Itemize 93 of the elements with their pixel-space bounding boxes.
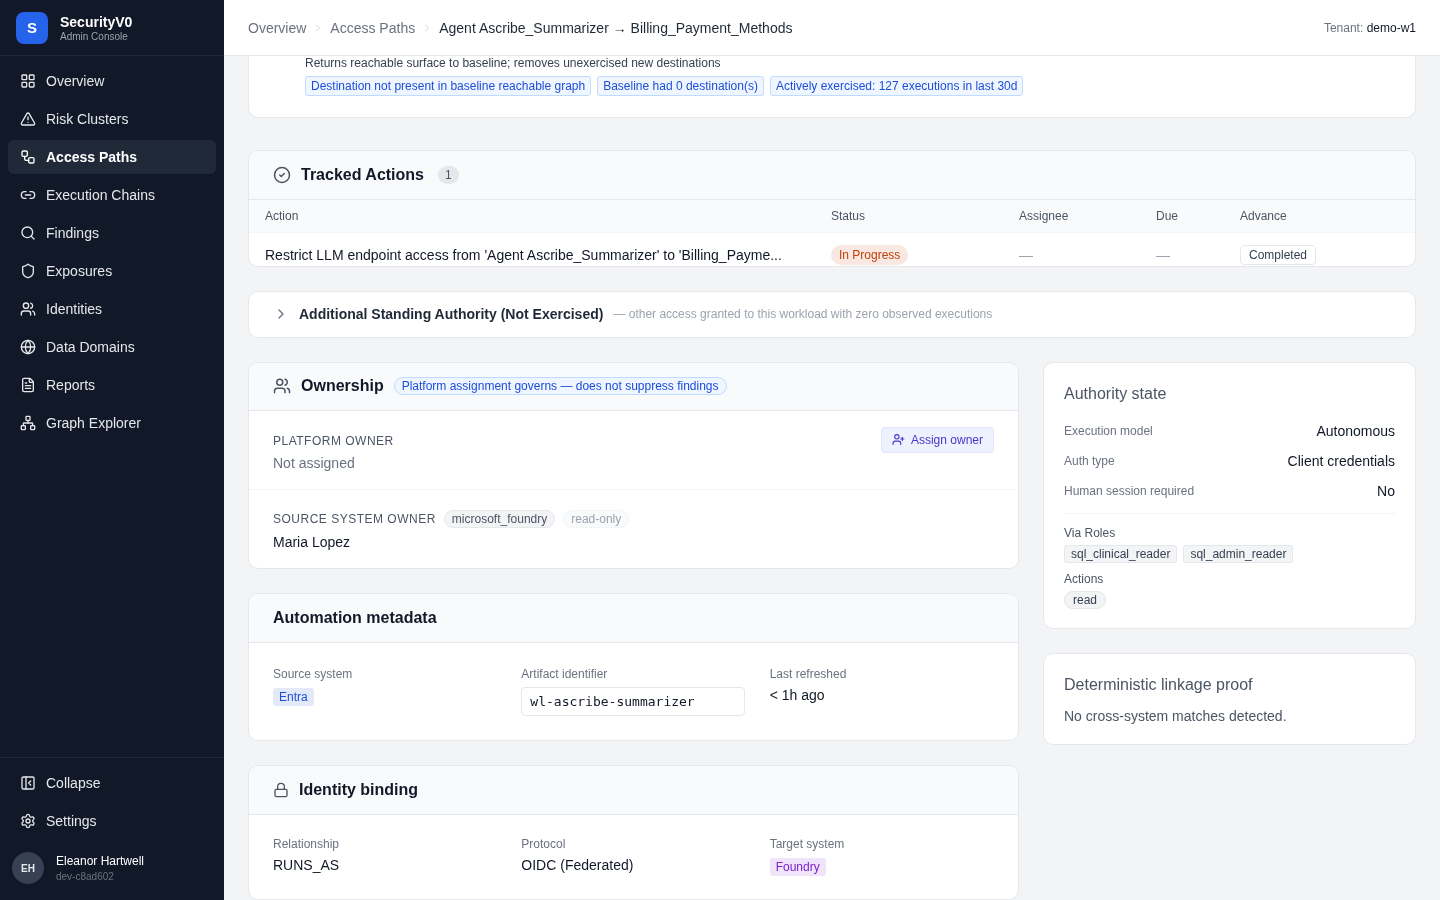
field-value: Client credentials [1287, 453, 1395, 469]
field-label: Protocol [521, 837, 567, 851]
app-logo: S [16, 11, 48, 44]
card-title: Ownership [301, 377, 384, 396]
field-value: RUNS_AS [273, 857, 341, 873]
system-badge: Foundry [769, 858, 826, 876]
role-tag: sql_admin_reader [1183, 545, 1294, 563]
tenant-label: Tenant: demo-w1 [1323, 20, 1416, 35]
column-header: Action [249, 200, 815, 234]
user-avatar: EH [12, 852, 44, 884]
nav-item[interactable]: Access Paths [8, 140, 216, 174]
nav-item[interactable]: Execution Chains [8, 178, 216, 212]
users-icon [20, 301, 36, 317]
nav-item[interactable]: Data Domains [8, 330, 216, 364]
evidence-tag: Destination not present in baseline reachable graph [305, 76, 592, 96]
warning-icon [20, 111, 36, 127]
column-header: Advance [1224, 200, 1415, 234]
evidence-tag: Actively exercised: 127 executions in last 30d [769, 76, 1024, 96]
breadcrumb-link[interactable]: Overview [248, 19, 307, 36]
field-label: Relationship [273, 837, 341, 851]
table-cell: — [1019, 247, 1033, 264]
shield-icon [20, 263, 36, 279]
lock-icon [273, 782, 289, 798]
field-value: Not assigned [273, 455, 356, 471]
section-title: Additional Standing Authority (Not Exercised) [299, 306, 604, 323]
action-tag: read [1064, 591, 1107, 609]
card-title: Identity binding [299, 781, 419, 799]
remediation-description: Returns reachable surface to baseline; removes unexercised new destinations [305, 56, 722, 70]
table-cell: — [1156, 247, 1170, 264]
table-cell-text: Restrict LLM endpoint access from 'Agent Ascribe_Summarizer' to 'Billing_Payme... [264, 246, 783, 266]
card-title: Deterministic linkage proof [1064, 676, 1254, 694]
nav-item[interactable]: Settings [8, 804, 216, 838]
system-badge: Entra [273, 688, 314, 706]
panel-icon [20, 775, 36, 791]
field-label: Execution model [1064, 424, 1153, 438]
nav-item[interactable]: Collapse [8, 766, 216, 800]
field-value: No [1377, 483, 1395, 499]
column-header: Status [815, 200, 1003, 234]
card-title: Automation metadata [273, 609, 437, 627]
breadcrumb-link[interactable]: Access Paths [330, 19, 416, 36]
column-header: Assignee [1003, 200, 1140, 234]
app-subtitle: Admin Console [60, 30, 129, 42]
document-icon [20, 377, 36, 393]
nodes-icon [20, 149, 36, 165]
field-label: Human session required [1064, 484, 1195, 498]
nav-item[interactable]: Exposures [8, 254, 216, 288]
linkage-message: No cross-system matches detected. [1064, 708, 1288, 724]
field-label: Last refreshed [769, 667, 848, 681]
tag: microsoft_foundry [443, 510, 556, 528]
identifier-field: wl-ascribe-summarizer [521, 687, 746, 716]
field-value: Maria Lopez [273, 534, 352, 550]
settings-icon [20, 813, 36, 829]
column-header: Due [1140, 200, 1224, 234]
card-title: Tracked Actions [301, 166, 424, 185]
check-circle-icon [273, 166, 291, 185]
user-plus-icon [891, 433, 905, 447]
nav-item[interactable]: Risk Clusters [8, 102, 216, 136]
users-icon [273, 377, 291, 396]
field-value: < 1h ago [769, 687, 826, 703]
field-label: Source system [273, 667, 354, 681]
field-label: Artifact identifier [521, 667, 609, 681]
info-tag: Platform assignment governs — does not suppress findings [393, 377, 727, 396]
page-title: Agent Ascribe_Summarizer → Billing_Payment_Methods [439, 19, 793, 36]
field-value: OIDC (Federated) [521, 857, 635, 873]
section-subtitle: — other access granted to this workload with zero observed executions [613, 307, 993, 322]
app-name: SecurityV0 [60, 13, 133, 30]
search-icon [20, 225, 36, 241]
nav-item[interactable]: Overview [8, 64, 216, 98]
tag: read-only [563, 510, 630, 528]
field-label: PLATFORM OWNER [273, 434, 394, 448]
field-value: Autonomous [1316, 423, 1395, 439]
network-icon [20, 415, 36, 431]
collapsible-section[interactable]: Additional Standing Authority (Not Exercised) — other access granted to this workload with zero observed executions [248, 290, 1416, 338]
card-title: Authority state [1064, 385, 1168, 403]
globe-icon [20, 339, 36, 355]
nav-item[interactable]: Findings [8, 216, 216, 250]
nav-item[interactable]: Graph Explorer [8, 406, 216, 440]
field-label: Target system [769, 837, 846, 851]
field-label: Actions [1064, 572, 1105, 586]
role-tag: sql_clinical_reader [1064, 545, 1178, 563]
user-name: Eleanor Hartwell [56, 854, 145, 868]
assign-owner-button[interactable]: Assign owner [880, 427, 994, 453]
advance-button[interactable]: Completed [1240, 245, 1317, 266]
field-label: Via Roles [1064, 526, 1117, 540]
count-badge: 1 [438, 166, 459, 185]
grid-icon [20, 73, 36, 89]
evidence-tag: Baseline had 0 destination(s) [597, 76, 764, 96]
status-badge: In Progress [831, 245, 909, 266]
field-label: SOURCE SYSTEM OWNER [273, 512, 436, 526]
nav-item[interactable]: Identities [8, 292, 216, 326]
field-label: Auth type [1064, 454, 1115, 468]
user-id: dev-c8ad602 [56, 871, 115, 882]
nav-item[interactable]: Reports [8, 368, 216, 402]
